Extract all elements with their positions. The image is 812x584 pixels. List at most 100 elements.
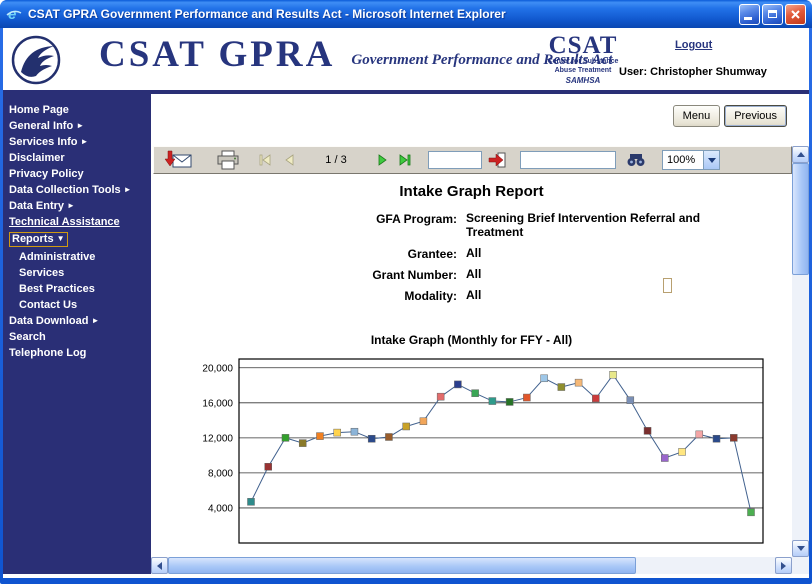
field-label: Modality:	[151, 289, 457, 303]
arrow-left-icon	[153, 562, 162, 570]
search-text-input[interactable]	[520, 151, 616, 169]
field-label: Grantee:	[151, 247, 457, 261]
goto-page-button[interactable]	[488, 152, 506, 168]
csat-logo-line1: Center for Substance	[541, 58, 625, 67]
scroll-right-button[interactable]	[775, 557, 792, 574]
previous-page-button[interactable]	[282, 153, 296, 167]
submenu-arrow-icon: ►	[91, 316, 99, 325]
report-field-row: Grantee: All	[151, 247, 792, 261]
sidebar-item-data-entry[interactable]: Data Entry►	[3, 199, 151, 213]
csat-logo-title: CSAT	[541, 33, 625, 58]
goto-page-input[interactable]	[428, 151, 482, 169]
hhs-logo-icon	[11, 35, 61, 90]
last-page-button[interactable]	[398, 153, 412, 167]
sidebar-item-data-download[interactable]: Data Download►	[3, 314, 151, 328]
ie-icon: e	[6, 6, 22, 22]
csat-logo: CSAT Center for Substance Abuse Treatmen…	[541, 33, 625, 86]
sidebar-item-contact-us[interactable]: Contact Us	[3, 298, 151, 312]
report-body: Intake Graph Report GFA Program: Screeni…	[151, 183, 792, 561]
svg-text:16,000: 16,000	[202, 398, 233, 409]
arrow-down-icon	[797, 546, 805, 555]
sidebar-item-technical-assistance[interactable]: Technical Assistance	[3, 215, 151, 229]
close-button[interactable]	[785, 4, 806, 25]
field-value: All	[466, 289, 744, 303]
zoom-select[interactable]: 100%	[662, 150, 720, 170]
sidebar-item-search[interactable]: Search	[3, 330, 151, 344]
scrollbar-corner	[792, 557, 809, 574]
sidebar-item-general-info[interactable]: General Info►	[3, 119, 151, 133]
logout-link[interactable]: Logout	[675, 39, 712, 51]
csat-logo-line2: Abuse Treatment	[541, 67, 625, 76]
vertical-scrollbar[interactable]	[792, 146, 809, 557]
field-value: Screening Brief Intervention Referral an…	[466, 212, 744, 240]
sidebar-item-home-page[interactable]: Home Page	[3, 103, 151, 117]
submenu-expanded-icon: ▼	[57, 234, 65, 243]
content-area: Menu Previous	[151, 94, 809, 574]
first-page-button[interactable]	[258, 153, 272, 167]
field-label: Grant Number:	[151, 268, 457, 282]
browser-window: e CSAT GPRA Government Performance and R…	[0, 0, 812, 584]
field-label: GFA Program:	[151, 212, 457, 240]
svg-text:8,000: 8,000	[208, 468, 233, 479]
sidebar-item-disclaimer[interactable]: Disclaimer	[3, 151, 151, 165]
sidebar-item-privacy-policy[interactable]: Privacy Policy	[3, 167, 151, 181]
sidebar-item-data-collection-tools[interactable]: Data Collection Tools►	[3, 183, 151, 197]
horizontal-scroll-thumb[interactable]	[168, 557, 636, 574]
sidebar-item-administrative[interactable]: Administrative	[3, 250, 151, 264]
report-field-row: Grant Number: All	[151, 268, 792, 282]
previous-page-icon	[282, 153, 296, 167]
vertical-scroll-thumb[interactable]	[792, 163, 809, 275]
chart-title: Intake Graph (Monthly for FFY - All)	[151, 333, 792, 347]
page-indicator: 1 / 3	[308, 154, 364, 166]
svg-text:4,000: 4,000	[208, 503, 233, 514]
next-page-button[interactable]	[376, 153, 390, 167]
placeholder-box	[663, 278, 672, 293]
dropdown-arrow-icon[interactable]	[703, 151, 719, 169]
user-label: User: Christopher Shumway	[619, 66, 805, 78]
last-page-icon	[398, 153, 412, 167]
field-value: All	[466, 268, 744, 282]
sidebar-item-services-info[interactable]: Services Info►	[3, 135, 151, 149]
arrow-up-icon	[797, 148, 805, 157]
field-value: All	[466, 247, 744, 261]
svg-text:12,000: 12,000	[202, 433, 233, 444]
report-field-row: GFA Program: Screening Brief Interventio…	[151, 212, 792, 240]
scroll-down-button[interactable]	[792, 540, 809, 557]
sidebar-item-reports[interactable]: Reports▼	[3, 231, 151, 248]
sidebar-item-best-practices[interactable]: Best Practices	[3, 282, 151, 296]
window-title: CSAT GPRA Government Performance and Res…	[28, 7, 739, 21]
page-header: CSAT GPRA Government Performance and Res…	[3, 28, 809, 94]
submenu-arrow-icon: ►	[67, 201, 75, 210]
sidebar-item-telephone-log[interactable]: Telephone Log	[3, 346, 151, 360]
binoculars-icon	[626, 153, 646, 167]
report-field-row: Modality: All	[151, 289, 792, 303]
find-text-button[interactable]	[626, 153, 646, 167]
maximize-button[interactable]	[762, 4, 783, 25]
intake-line-chart: 4,000 8,000 12,000 16,000 20,000	[197, 351, 777, 556]
scroll-left-button[interactable]	[151, 557, 168, 574]
csat-logo-line3: SAMHSA	[541, 76, 625, 86]
zoom-value: 100%	[663, 154, 703, 166]
svg-text:20,000: 20,000	[202, 363, 233, 374]
title-bar[interactable]: e CSAT GPRA Government Performance and R…	[0, 0, 812, 28]
horizontal-scrollbar[interactable]	[151, 557, 792, 574]
goto-arrow-icon	[488, 152, 506, 168]
report-toolbar: 1 / 3	[153, 146, 792, 174]
reports-active-highlight: Reports▼	[9, 232, 68, 247]
export-icon	[164, 150, 192, 170]
arrow-right-icon	[781, 562, 790, 570]
first-page-icon	[258, 153, 272, 167]
submenu-arrow-icon: ►	[124, 185, 132, 194]
export-button[interactable]	[164, 150, 192, 170]
menu-button[interactable]: Menu	[673, 105, 721, 127]
report-viewer: 1 / 3	[151, 146, 809, 574]
printer-icon	[216, 150, 240, 170]
previous-button[interactable]: Previous	[724, 105, 787, 127]
print-button[interactable]	[216, 150, 240, 170]
next-page-icon	[376, 153, 390, 167]
scroll-up-button[interactable]	[792, 146, 809, 163]
minimize-button[interactable]	[739, 4, 760, 25]
sidebar-item-services[interactable]: Services	[3, 266, 151, 280]
close-icon	[790, 9, 801, 20]
submenu-arrow-icon: ►	[76, 121, 84, 130]
